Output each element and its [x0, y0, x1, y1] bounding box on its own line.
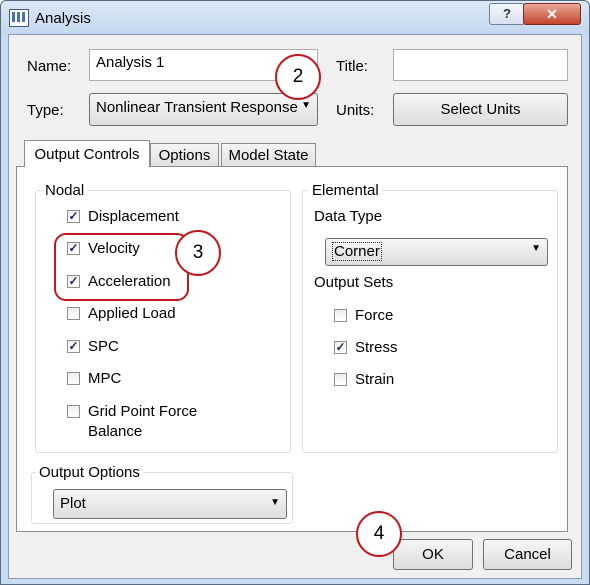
output-sets-label: Output Sets [314, 274, 394, 291]
output-options-select[interactable]: Plot ▼ [53, 489, 287, 519]
output-options-value: Plot [60, 495, 86, 512]
title-bar: Analysis ? ✕ [1, 1, 589, 35]
checkbox-box: ✓ [67, 339, 80, 353]
callout-2: 2 [275, 54, 321, 100]
checkbox-label: MPC [88, 370, 122, 387]
ok-button[interactable]: OK [393, 539, 473, 570]
name-label: Name: [27, 58, 72, 75]
checkbox-label: Grid Point Force [88, 403, 198, 420]
tab-options[interactable]: Options [150, 143, 219, 167]
checkbox-label: Strain [355, 371, 395, 388]
data-type-select[interactable]: Corner ▼ [325, 238, 548, 266]
title-input[interactable] [393, 49, 568, 81]
select-units-button[interactable]: Select Units [393, 93, 568, 126]
chevron-down-icon: ▼ [301, 100, 311, 111]
title-label: Title: [336, 58, 368, 75]
type-select[interactable]: Nonlinear Transient Response ▼ [89, 93, 318, 126]
checkbox-box: ✓ [67, 209, 80, 223]
output-options-title: Output Options [36, 464, 143, 481]
help-button[interactable]: ? [489, 3, 525, 25]
nodal-group-title: Nodal [42, 182, 88, 199]
data-type-label: Data Type [314, 208, 383, 225]
type-label: Type: [27, 102, 64, 119]
close-button[interactable]: ✕ [523, 3, 581, 25]
checkbox-label: SPC [88, 338, 119, 355]
checkbox-box [334, 373, 347, 386]
elemental-group-title: Elemental [309, 182, 382, 199]
checkbox-box [334, 309, 347, 322]
checkbox-box [67, 405, 80, 418]
checkbox-label-line2: Balance [88, 423, 143, 440]
checkbox-box [67, 372, 80, 385]
checkbox-label: Applied Load [88, 305, 176, 322]
app-icon [9, 9, 29, 27]
window-title: Analysis [35, 10, 91, 27]
callout-4: 4 [356, 511, 402, 557]
units-label: Units: [336, 102, 375, 119]
checkbox-box [67, 307, 80, 320]
checkbox-label: Stress [355, 339, 398, 356]
chevron-down-icon: ▼ [270, 497, 280, 508]
tab-output-controls[interactable]: Output Controls [24, 140, 150, 167]
checkbox-label: Displacement [88, 208, 179, 225]
velocity-acceleration-highlight [54, 233, 189, 301]
tab-model-state[interactable]: Model State [221, 143, 316, 167]
chevron-down-icon: ▼ [531, 243, 541, 254]
checkbox-label: Force [355, 307, 394, 324]
data-type-select-value: Corner [332, 242, 382, 261]
callout-3: 3 [175, 230, 221, 276]
type-select-value: Nonlinear Transient Response [96, 99, 298, 116]
checkbox-box: ✓ [334, 340, 347, 354]
cancel-button[interactable]: Cancel [483, 539, 572, 570]
